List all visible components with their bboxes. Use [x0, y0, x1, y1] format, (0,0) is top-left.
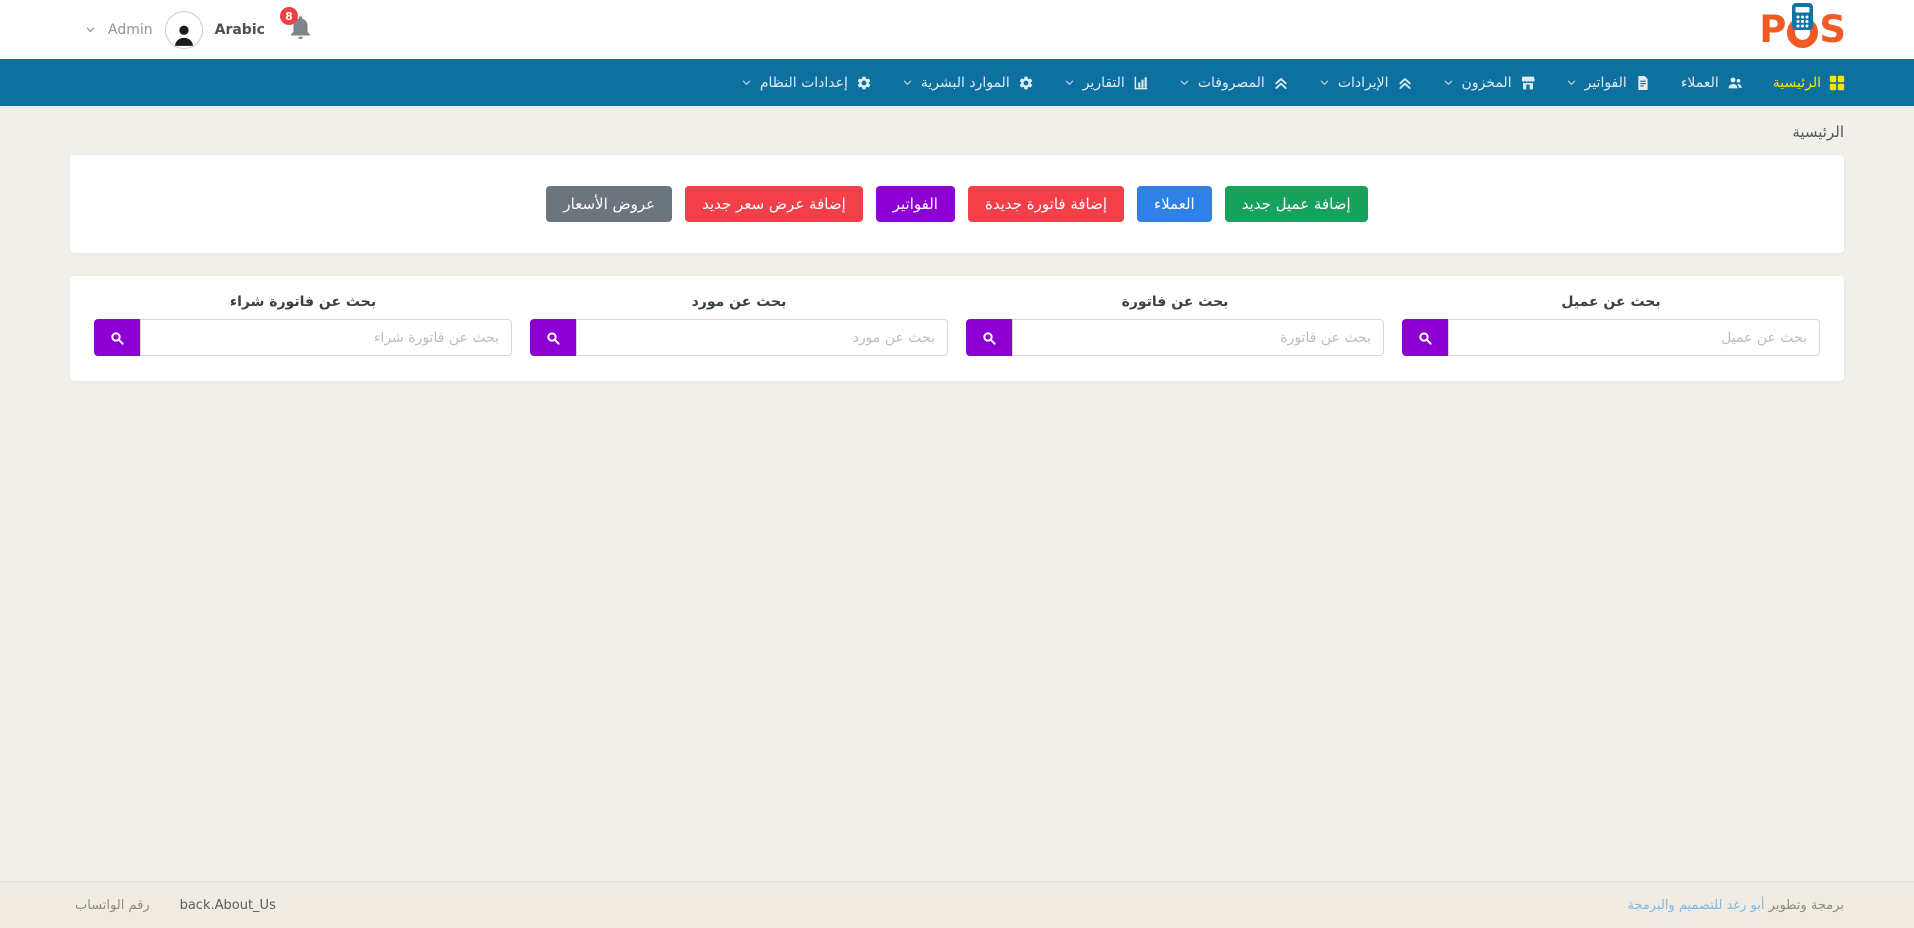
- nav-item-invoices[interactable]: الفواتير: [1566, 75, 1651, 91]
- nav-item-system-settings[interactable]: إعدادات النظام: [741, 75, 872, 91]
- page-title: الرئيسية: [0, 106, 1914, 155]
- chevron-down-icon: [1064, 77, 1075, 88]
- quick-actions-card: إضافة عميل جديد العملاء إضافة فاتورة جدي…: [70, 155, 1844, 253]
- logo-letter-o: [1787, 14, 1818, 45]
- supplier-search-group: [530, 319, 948, 356]
- pos-logo[interactable]: P S: [1759, 11, 1846, 48]
- nav-label: الفواتير: [1585, 75, 1627, 91]
- footer: رقم الواتساب back.About_Us برمجة وتطوير …: [0, 881, 1914, 928]
- credit-prefix: برمجة وتطوير: [1769, 898, 1844, 913]
- nav-item-revenues[interactable]: الإيرادات: [1319, 75, 1413, 91]
- client-search-label: بحث عن عميل: [1402, 294, 1820, 310]
- nav-label: الرئيسية: [1773, 75, 1821, 91]
- purchase-invoice-search-label: بحث عن فاتورة شراء: [94, 294, 512, 310]
- client-search-panel: بحث عن عميل: [1402, 294, 1820, 356]
- nav-item-reports[interactable]: التقارير: [1064, 75, 1149, 91]
- angles-up-icon: [1397, 75, 1413, 91]
- quotes-button[interactable]: عروض الأسعار: [546, 186, 672, 222]
- invoice-search-input[interactable]: [1012, 319, 1384, 356]
- nav-label: الإيرادات: [1338, 75, 1389, 91]
- search-icon: [981, 330, 997, 346]
- bar-chart-icon: [1133, 75, 1149, 91]
- chevron-down-icon: [1319, 77, 1330, 88]
- user-cluster: Admin Arabic 8: [85, 11, 314, 49]
- search-icon: [1417, 330, 1433, 346]
- main-navbar: الرئيسية العملاء الفواتير المخزون الإيرا…: [0, 59, 1914, 106]
- nav-item-expenses[interactable]: المصروفات: [1179, 75, 1289, 91]
- chevron-down-icon: [1179, 77, 1190, 88]
- supplier-search-panel: بحث عن مورد: [530, 294, 948, 356]
- gear-icon: [1018, 75, 1034, 91]
- purchase-invoice-search-group: [94, 319, 512, 356]
- logo-letter-s: S: [1819, 11, 1846, 48]
- invoice-file-icon: [1635, 75, 1651, 91]
- store-icon: [1520, 75, 1536, 91]
- about-link[interactable]: back.About_Us: [180, 898, 276, 913]
- purchase-invoice-search-input[interactable]: [140, 319, 512, 356]
- supplier-search-input[interactable]: [576, 319, 948, 356]
- client-search-button[interactable]: [1402, 319, 1448, 356]
- invoices-button[interactable]: الفواتير: [876, 186, 955, 222]
- chevron-down-icon: [1566, 77, 1577, 88]
- chevron-down-icon: [741, 77, 752, 88]
- nav-label: الموارد البشرية: [921, 75, 1010, 91]
- client-search-group: [1402, 319, 1820, 356]
- nav-item-customers[interactable]: العملاء: [1681, 75, 1743, 91]
- admin-menu[interactable]: Admin: [108, 22, 153, 38]
- add-quote-button[interactable]: إضافة عرض سعر جديد: [685, 186, 863, 222]
- nav-item-home[interactable]: الرئيسية: [1773, 75, 1845, 91]
- language-label[interactable]: Arabic: [215, 22, 265, 38]
- clients-button[interactable]: العملاء: [1137, 186, 1212, 222]
- add-invoice-button[interactable]: إضافة فاتورة جديدة: [968, 186, 1124, 222]
- users-icon: [1727, 75, 1743, 91]
- avatar[interactable]: [165, 11, 203, 49]
- notifications-button[interactable]: 8: [287, 14, 314, 45]
- nav-label: التقارير: [1083, 75, 1125, 91]
- developer-link[interactable]: أبو رغد للتصميم والبرمجة: [1627, 898, 1764, 913]
- invoice-search-button[interactable]: [966, 319, 1012, 356]
- whatsapp-link[interactable]: رقم الواتساب: [75, 898, 150, 913]
- nav-item-inventory[interactable]: المخزون: [1443, 75, 1536, 91]
- logo-letter-p: P: [1759, 11, 1786, 48]
- topbar: Admin Arabic 8 P S: [0, 0, 1914, 59]
- angles-up-icon: [1273, 75, 1289, 91]
- search-card: بحث عن عميل بحث عن فاتورة بحث عن مورد: [70, 276, 1844, 381]
- calculator-icon: [1791, 2, 1814, 31]
- search-icon: [545, 330, 561, 346]
- grid-icon: [1829, 75, 1845, 91]
- gear-icon: [856, 75, 872, 91]
- chevron-down-icon: [1443, 77, 1454, 88]
- search-icon: [109, 330, 125, 346]
- nav-label: المصروفات: [1198, 75, 1265, 91]
- supplier-search-label: بحث عن مورد: [530, 294, 948, 310]
- purchase-invoice-search-button[interactable]: [94, 319, 140, 356]
- developer-credit: برمجة وتطوير أبو رغد للتصميم والبرمجة: [1627, 898, 1844, 913]
- add-client-button[interactable]: إضافة عميل جديد: [1225, 186, 1368, 222]
- invoice-search-group: [966, 319, 1384, 356]
- footer-links: رقم الواتساب back.About_Us: [75, 898, 276, 913]
- notification-count-badge: 8: [280, 7, 298, 25]
- chevron-down-icon: [85, 24, 96, 35]
- user-silhouette-icon: [171, 22, 197, 48]
- nav-label: المخزون: [1462, 75, 1512, 91]
- nav-label: إعدادات النظام: [760, 75, 848, 91]
- invoice-search-label: بحث عن فاتورة: [966, 294, 1384, 310]
- supplier-search-button[interactable]: [530, 319, 576, 356]
- chevron-down-icon: [902, 77, 913, 88]
- invoice-search-panel: بحث عن فاتورة: [966, 294, 1384, 356]
- purchase-invoice-search-panel: بحث عن فاتورة شراء: [94, 294, 512, 356]
- nav-item-hr[interactable]: الموارد البشرية: [902, 75, 1034, 91]
- main-content: الرئيسية إضافة عميل جديد العملاء إضافة ف…: [0, 106, 1914, 881]
- nav-label: العملاء: [1681, 75, 1719, 91]
- client-search-input[interactable]: [1448, 319, 1820, 356]
- nav-items: الرئيسية العملاء الفواتير المخزون الإيرا…: [69, 75, 1845, 91]
